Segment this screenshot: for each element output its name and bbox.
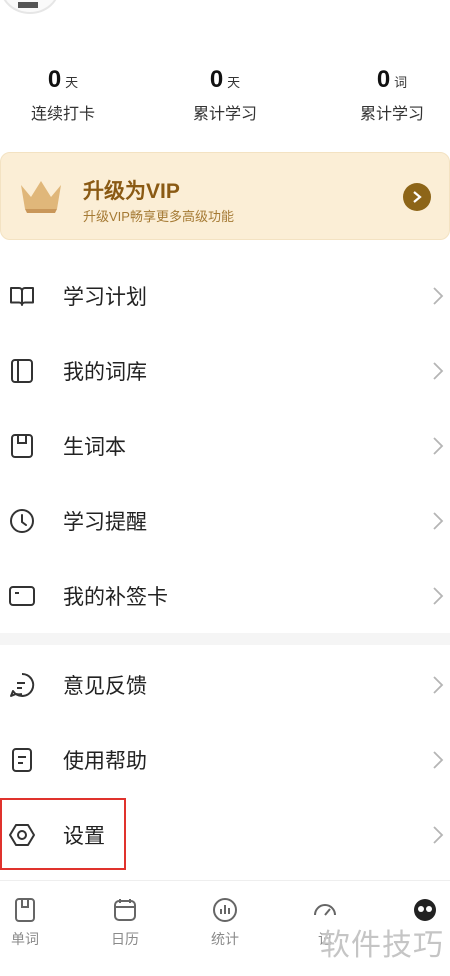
stat-streak: 0天 连续打卡 — [8, 66, 118, 124]
menu-item-label: 意见反馈 — [63, 674, 147, 698]
menu-item-makeup-card[interactable]: 我的补签卡 — [0, 558, 450, 633]
stat-label: 累计学习 — [192, 106, 257, 123]
menu-item-vocab-notebook[interactable]: 生词本 — [0, 408, 450, 483]
stat-unit: 天 — [227, 75, 241, 90]
chart-icon — [213, 898, 237, 922]
tab-word[interactable]: 单词 — [0, 897, 60, 949]
stat-words: 0词 累计学习 — [337, 66, 447, 124]
vip-banner[interactable]: 升级为VIP 升级VIP畅享更多高级功能 — [0, 152, 450, 240]
section-divider — [0, 633, 450, 645]
chevron-right-icon — [433, 675, 444, 694]
stat-value: 0 — [209, 66, 224, 93]
tab-label: 日历 — [111, 931, 139, 947]
menu-item-study-plan[interactable]: 学习计划 — [0, 258, 450, 333]
vip-subtitle: 升级VIP畅享更多高级功能 — [83, 209, 234, 224]
card-icon — [9, 585, 35, 606]
menu-item-label: 学习提醒 — [63, 510, 147, 534]
stat-unit: 词 — [394, 75, 408, 90]
menu-item-label: 我的补签卡 — [63, 585, 168, 609]
menu-item-my-library[interactable]: 我的词库 — [0, 333, 450, 408]
stats-row: 0天 连续打卡 0天 累计学习 0词 累计学习 — [0, 66, 450, 130]
tab-label: 单词 — [11, 931, 39, 947]
chevron-right-icon — [433, 750, 444, 769]
stat-label: 连续打卡 — [30, 106, 95, 123]
chevron-right-icon — [433, 586, 444, 605]
clock-icon — [10, 508, 34, 533]
menu-item-label: 学习计划 — [63, 285, 147, 309]
chevron-right-icon — [433, 436, 444, 455]
vip-title: 升级为VIP — [83, 180, 180, 203]
calendar-icon — [114, 899, 136, 921]
tab-calendar[interactable]: 日历 — [90, 897, 160, 949]
chevron-right-icon — [413, 191, 422, 203]
stat-value: 0 — [376, 66, 391, 93]
chevron-right-icon — [433, 361, 444, 380]
crown-icon — [21, 181, 61, 213]
chevron-right-icon — [433, 286, 444, 305]
menu-item-label: 生词本 — [63, 435, 126, 459]
library-icon — [11, 358, 33, 383]
stat-value: 0 — [47, 66, 62, 93]
word-icon — [15, 898, 35, 922]
stat-days: 0天 累计学习 — [170, 66, 280, 124]
chevron-right-icon — [433, 825, 444, 844]
feedback-icon — [10, 672, 35, 697]
vip-arrow-button[interactable] — [403, 183, 431, 211]
watermark-text: 软件技巧 — [320, 929, 444, 962]
settings-highlight-box — [0, 798, 126, 870]
book-icon — [10, 286, 34, 306]
avatar[interactable] — [0, 0, 60, 14]
menu-group-study: 学习计划 我的词库 生词本 学习提醒 我的补签卡 — [0, 258, 450, 633]
stat-label: 累计学习 — [359, 106, 424, 123]
menu-item-feedback[interactable]: 意见反馈 — [0, 647, 450, 722]
notebook-icon — [11, 433, 33, 458]
menu-item-label: 使用帮助 — [63, 749, 147, 773]
menu-item-label: 我的词库 — [63, 360, 147, 384]
tab-label: 统计 — [211, 931, 239, 947]
tab-stats[interactable]: 统计 — [190, 897, 260, 949]
chevron-right-icon — [433, 511, 444, 530]
help-doc-icon — [12, 747, 32, 772]
menu-item-study-reminder[interactable]: 学习提醒 — [0, 483, 450, 558]
menu-item-help[interactable]: 使用帮助 — [0, 722, 450, 797]
stat-unit: 天 — [65, 75, 79, 90]
